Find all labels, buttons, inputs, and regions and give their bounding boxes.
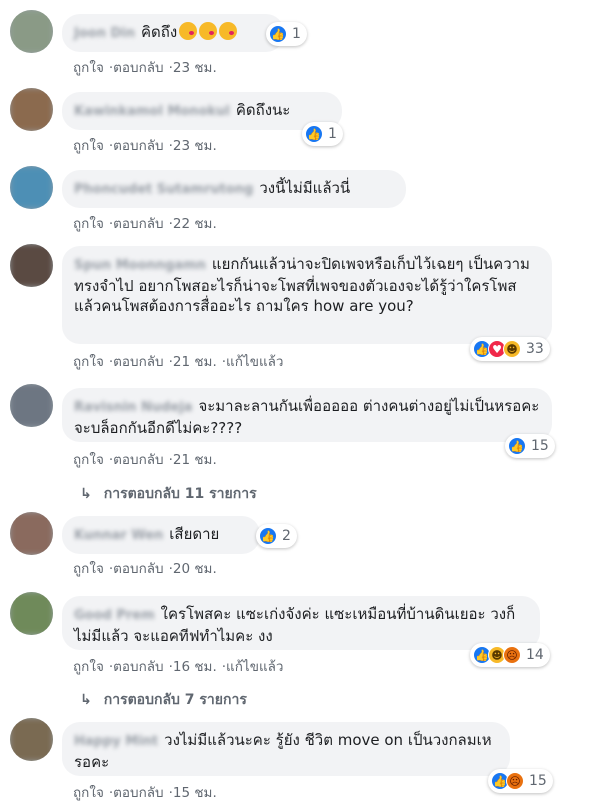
like-link[interactable]: ถูกใจ [73,452,104,468]
comment-actions: ถูกใจ ·ตอบกลับ ·22 ชม. [73,216,217,232]
edited-label[interactable]: แก้ไขแล้ว [226,354,283,370]
like-link[interactable]: ถูกใจ [73,561,104,577]
timestamp[interactable]: 15 ชม. [173,785,217,801]
avatar[interactable] [10,718,53,761]
like-reaction-icon: 👍 [269,25,287,43]
reaction-count: 15 [529,773,547,789]
commenter-name[interactable]: Good Prem [74,606,155,626]
reply-link[interactable]: ตอบกลับ [113,452,163,468]
replies-label: การตอบกลับ 11 รายการ [103,486,257,502]
reaction-summary[interactable]: 👍 ☹ 15 [488,769,553,793]
reaction-summary[interactable]: 👍 15 [505,434,555,458]
reply-link[interactable]: ตอบกลับ [113,216,163,232]
reaction-summary[interactable]: 👍 1 [266,22,307,46]
commenter-name[interactable]: Ravisnin Nudeja [74,398,192,418]
comment-actions: ถูกใจ ·ตอบกลับ ·15 ชม. [73,785,217,801]
like-link[interactable]: ถูกใจ [73,216,104,232]
timestamp[interactable]: 22 ชม. [173,216,217,232]
comment-text: วงนี้ไม่มีแล้วนี่ [259,179,351,197]
timestamp[interactable]: 20 ชม. [173,561,217,577]
angry-reaction-icon: ☹ [506,772,524,790]
avatar[interactable] [10,592,53,635]
kissing-heart-emoji [179,22,198,40]
avatar[interactable] [10,244,53,287]
reaction-count: 33 [526,341,544,357]
reaction-count: 15 [531,438,549,454]
timestamp[interactable]: 21 ชม. [173,452,217,468]
replies-label: การตอบกลับ 7 รายการ [103,692,247,708]
commenter-name[interactable]: Happy Mint [74,732,158,752]
like-link[interactable]: ถูกใจ [73,354,104,370]
comment-text: เสียดาย [169,525,220,543]
commenter-name[interactable]: Kunnar Wen [74,526,163,546]
avatar[interactable] [10,88,53,131]
timestamp[interactable]: 23 ชม. [173,138,217,154]
kissing-heart-emoji [199,22,218,40]
commenter-name[interactable]: Joon Din [74,24,135,44]
reaction-summary[interactable]: 👍 2 [256,524,297,548]
like-reaction-icon: 👍 [259,527,277,545]
like-link[interactable]: ถูกใจ [73,659,104,675]
like-link[interactable]: ถูกใจ [73,785,104,801]
comment-bubble: Joon Din คิดถึง [62,14,284,52]
comment-text: คิดถึง [140,23,178,41]
comment-bubble: Kunnar Wen เสียดาย [62,516,260,554]
reply-link[interactable]: ตอบกลับ [113,138,163,154]
view-replies-link[interactable]: ↳ การตอบกลับ 7 รายการ [80,689,247,711]
reaction-summary[interactable]: 👍 ☻ ☹ 14 [470,643,550,667]
like-reaction-icon: 👍 [305,125,323,143]
avatar[interactable] [10,166,53,209]
edited-label[interactable]: แก้ไขแล้ว [226,659,283,675]
like-reaction-icon: 👍 [508,437,526,455]
reply-link[interactable]: ตอบกลับ [113,60,163,76]
avatar[interactable] [10,512,53,555]
comment-actions: ถูกใจ ·ตอบกลับ ·20 ชม. [73,561,217,577]
timestamp[interactable]: 23 ชม. [173,60,217,76]
timestamp[interactable]: 21 ชม. [173,354,217,370]
comment-bubble: Ravisnin Nudeja จะมาละลานกันเพื่อออออ ต่า… [62,388,552,442]
reply-link[interactable]: ตอบกลับ [113,561,163,577]
avatar[interactable] [10,10,53,53]
comment-actions: ถูกใจ ·ตอบกลับ ·23 ชม. [73,60,217,76]
angry-reaction-icon: ☹ [503,646,521,664]
comment-actions: ถูกใจ ·ตอบกลับ ·16 ชม. ·แก้ไขแล้ว [73,659,284,675]
reaction-summary[interactable]: 👍 ♥ ☻ 33 [470,337,550,361]
comment-bubble: Happy Mint วงไม่มีแล้วนะคะ รู้ยัง ชีวิต m… [62,722,510,776]
kissing-heart-emoji [219,22,238,40]
like-link[interactable]: ถูกใจ [73,60,104,76]
comment-bubble: Good Prem ใครโพสคะ แซะเก่งจังค่ะ แซะเหมือ… [62,596,540,650]
comment-bubble: Phoncudet Sutamrutong วงนี้ไม่มีแล้วนี่ [62,170,406,208]
haha-reaction-icon: ☻ [503,340,521,358]
reply-arrow-icon: ↳ [80,692,92,708]
timestamp[interactable]: 16 ชม. [173,659,217,675]
comment-bubble: Kawinkamol Monokul คิดถึงนะ [62,92,342,130]
like-link[interactable]: ถูกใจ [73,138,104,154]
reaction-summary[interactable]: 👍 1 [302,122,343,146]
view-replies-link[interactable]: ↳ การตอบกลับ 11 รายการ [80,483,257,505]
avatar[interactable] [10,384,53,427]
commenter-name[interactable]: Kawinkamol Monokul [74,102,230,122]
comment-actions: ถูกใจ ·ตอบกลับ ·21 ชม. ·แก้ไขแล้ว [73,354,284,370]
reply-link[interactable]: ตอบกลับ [113,785,163,801]
reaction-count: 1 [328,126,337,142]
reply-arrow-icon: ↳ [80,486,92,502]
comment-text: คิดถึงนะ [235,101,291,119]
comment-actions: ถูกใจ ·ตอบกลับ ·23 ชม. [73,138,217,154]
reaction-count: 2 [282,528,291,544]
reply-link[interactable]: ตอบกลับ [113,354,163,370]
reaction-count: 14 [526,647,544,663]
reply-link[interactable]: ตอบกลับ [113,659,163,675]
commenter-name[interactable]: Phoncudet Sutamrutong [74,180,253,200]
comment-bubble: Spun Moonngamn แยกกันแล้วน่าจะปิดเพจหรือเ… [62,246,552,344]
comment-actions: ถูกใจ ·ตอบกลับ ·21 ชม. [73,452,217,468]
commenter-name[interactable]: Spun Moonngamn [74,256,206,276]
reaction-count: 1 [292,26,301,42]
